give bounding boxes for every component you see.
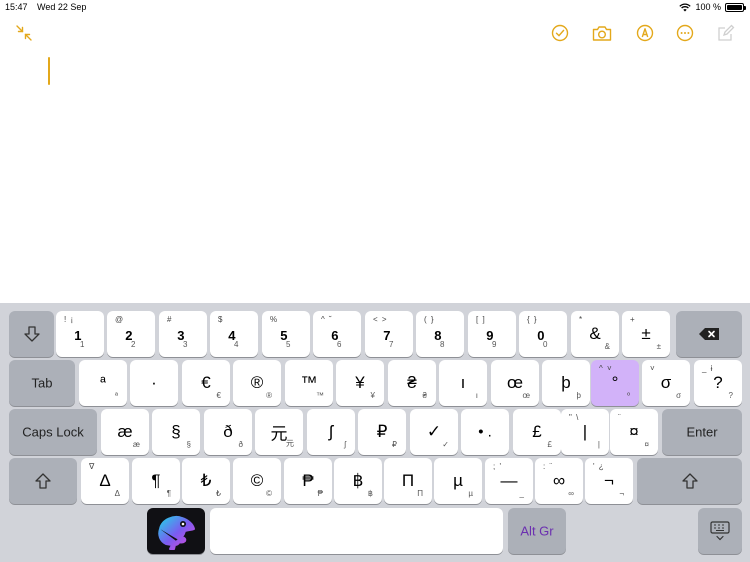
status-date: Wed 22 Sep: [37, 2, 87, 12]
key-8[interactable]: ( } 8 8: [416, 311, 464, 357]
camera-icon[interactable]: [592, 23, 612, 43]
backspace-key[interactable]: [676, 311, 742, 357]
key-bullet[interactable]: • .: [461, 409, 509, 455]
backspace-icon: [699, 328, 719, 340]
key-yuan[interactable]: 元 元: [255, 409, 303, 455]
key-em-dash[interactable]: ; ' — _: [485, 458, 533, 504]
key-currency[interactable]: ¨ ¤ ¤: [610, 409, 658, 455]
key-3[interactable]: # 3 3: [159, 311, 207, 357]
key-4[interactable]: $ 4 4: [210, 311, 258, 357]
key-pilcrow[interactable]: ¶ ¶: [132, 458, 180, 504]
key-yen[interactable]: ¥ ¥: [336, 360, 384, 406]
key-micro[interactable]: µ µ: [434, 458, 482, 504]
key-pound[interactable]: £ £: [513, 409, 561, 455]
checklist-icon[interactable]: [550, 23, 570, 43]
keyboard-dismiss-icon: [710, 521, 730, 541]
status-bar: 15:47 Wed 22 Sep 100 %: [0, 0, 750, 16]
key-5[interactable]: % 5 5: [262, 311, 310, 357]
key-checkmark[interactable]: ✓ ✓: [410, 409, 458, 455]
status-right: 100 %: [679, 2, 746, 12]
key-2[interactable]: @ 2 2: [107, 311, 155, 357]
key-euro[interactable]: € €: [182, 360, 230, 406]
compose-icon: [716, 23, 736, 43]
key-lira[interactable]: ₺ ₺: [182, 458, 230, 504]
key-pipe[interactable]: " \ | |: [561, 409, 609, 455]
chameleon-logo-icon: [158, 516, 195, 550]
key-plus-minus[interactable]: + ± ±: [622, 311, 670, 357]
key-0[interactable]: { } 0 0: [519, 311, 567, 357]
dismiss-keyboard-key[interactable]: [698, 508, 742, 554]
key-section[interactable]: § §: [152, 409, 200, 455]
key-registered[interactable]: ® ®: [233, 360, 281, 406]
hide-shift-key[interactable]: [9, 311, 54, 357]
key-middle-dot[interactable]: ·: [130, 360, 178, 406]
more-icon[interactable]: [675, 23, 695, 43]
key-thorn[interactable]: þ þ: [542, 360, 590, 406]
shift-icon: [681, 473, 698, 489]
alt-gr-key[interactable]: Alt Gr: [508, 508, 566, 554]
wifi-icon: [679, 2, 692, 11]
key-baht[interactable]: ฿ ฿: [334, 458, 382, 504]
right-shift-key[interactable]: [637, 458, 742, 504]
caps-lock-key[interactable]: Caps Lock: [9, 409, 97, 455]
space-bar[interactable]: [210, 508, 503, 554]
key-pi[interactable]: Π Π: [384, 458, 432, 504]
left-shift-key[interactable]: [9, 458, 77, 504]
key-6[interactable]: ^ ˘ 6 6: [313, 311, 361, 357]
key-9[interactable]: [ ] 9 9: [468, 311, 516, 357]
shift-down-icon: [23, 326, 40, 342]
key-esh[interactable]: ʃ ʃ: [307, 409, 355, 455]
battery-icon: [725, 2, 746, 12]
key-degree[interactable]: ^ ˅ ° º: [591, 360, 639, 406]
key-7[interactable]: < > 7 7: [365, 311, 413, 357]
key-ampersand[interactable]: * & &: [571, 311, 619, 357]
status-time: 15:47: [5, 2, 28, 12]
collapse-arrows-icon[interactable]: [14, 23, 34, 43]
tab-key[interactable]: Tab: [9, 360, 75, 406]
key-question[interactable]: _ ɨ ? ?: [694, 360, 742, 406]
battery-percentage: 100 %: [695, 2, 721, 12]
key-sigma[interactable]: ˅ σ σ: [642, 360, 690, 406]
text-cursor: [48, 57, 50, 85]
key-delta[interactable]: ∇ Δ Δ: [81, 458, 129, 504]
key-peso[interactable]: ₱ ₱: [284, 458, 332, 504]
key-ordinal-a[interactable]: ª ª: [79, 360, 127, 406]
key-trademark[interactable]: ™ ™: [285, 360, 333, 406]
enter-key[interactable]: Enter: [662, 409, 742, 455]
key-copyright[interactable]: © ©: [233, 458, 281, 504]
keyboard: ! ¡ 1 1 @ 2 2 # 3 3 $ 4 4 % 5 5 ^ ˘ 6 6 …: [0, 303, 750, 562]
key-ruble[interactable]: ₽ ₽: [358, 409, 406, 455]
key-eth[interactable]: ð ð: [204, 409, 252, 455]
markup-pen-icon[interactable]: [635, 23, 655, 43]
shift-icon: [35, 473, 51, 489]
key-ae[interactable]: æ æ: [101, 409, 149, 455]
keyboard-app-logo-button[interactable]: [147, 508, 205, 554]
key-dotless-i[interactable]: ı ı: [439, 360, 487, 406]
key-oe[interactable]: œ œ: [491, 360, 539, 406]
key-1[interactable]: ! ¡ 1 1: [56, 311, 104, 357]
key-not-sign[interactable]: ' ¿ ¬ ¬: [585, 458, 633, 504]
key-hryvnia[interactable]: ₴ ₴: [388, 360, 436, 406]
key-infinity[interactable]: : ¨ ∞ ∞: [535, 458, 583, 504]
